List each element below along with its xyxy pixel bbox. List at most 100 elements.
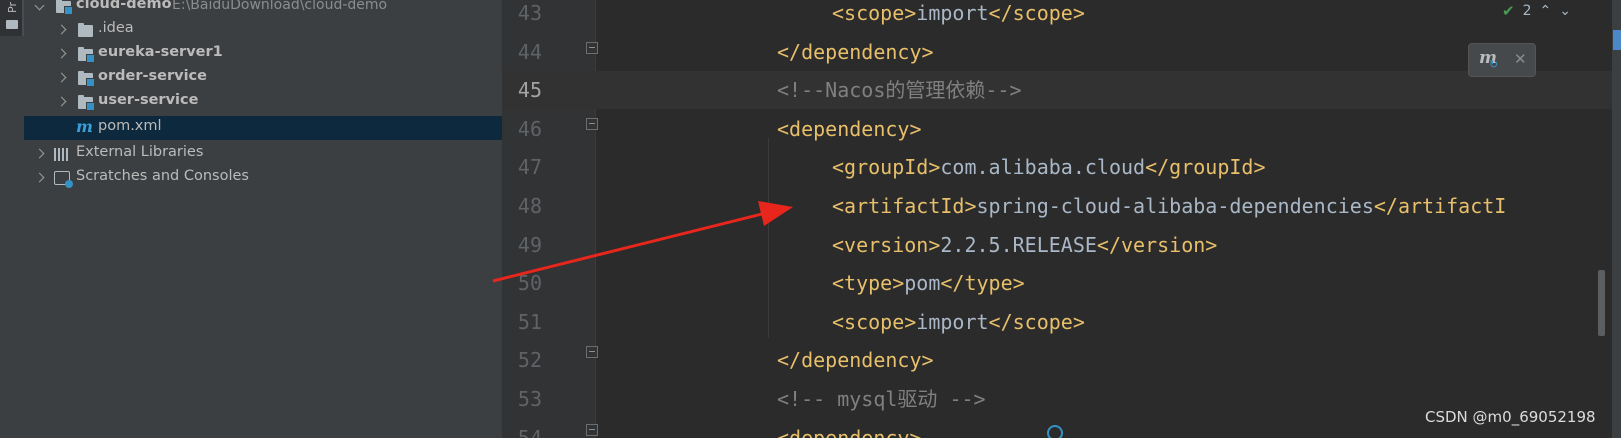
module-folder-icon	[78, 71, 95, 87]
code-text: <artifactId>spring-cloud-alibaba-depende…	[832, 187, 1506, 225]
code-line[interactable]: 49 <version>2.2.5.RELEASE</version>	[502, 226, 1621, 264]
tree-item-pom-xml[interactable]: m pom.xml	[24, 116, 502, 140]
line-number: 47	[517, 155, 542, 180]
tree-item-label: External Libraries	[76, 144, 204, 160]
code-line[interactable]: 43 <scope>import</scope>	[502, 0, 1621, 32]
xml-value: import	[916, 1, 989, 25]
chevron-right-icon[interactable]	[56, 25, 66, 35]
prev-highlight-icon[interactable]: ⌃	[1540, 3, 1552, 19]
line-number: 49	[517, 232, 542, 257]
vertical-scrollbar[interactable]	[1598, 270, 1605, 336]
check-icon: ✔	[1502, 2, 1515, 20]
close-icon[interactable]: ✕	[1514, 50, 1527, 68]
xml-comment: <!-- mysql驱动 -->	[777, 387, 986, 411]
root-label: cloud-demo	[76, 0, 172, 12]
chevron-right-icon[interactable]	[56, 49, 66, 59]
code-text: <dependency>	[777, 110, 922, 148]
xml-tag: <scope>	[832, 309, 917, 334]
project-tool-tab[interactable]: Pr	[0, 0, 24, 36]
code-text: </dependency>	[777, 33, 934, 71]
watermark: CSDN @m0_69052198	[1425, 408, 1596, 426]
xml-tag: </scope>	[988, 1, 1085, 25]
tree-item-idea[interactable]: .idea	[24, 18, 502, 42]
xml-tag: </dependency>	[777, 348, 934, 373]
reload-arrows-icon: ↻	[1489, 58, 1499, 71]
xml-tag: <scope>	[832, 1, 917, 25]
code-line[interactable]: 47 <groupId>com.alibaba.cloud</groupId>	[502, 148, 1621, 186]
code-line[interactable]: 50 <type>pom</type>	[502, 264, 1621, 302]
xml-value: pom	[904, 271, 941, 296]
tree-item-label: order-service	[98, 68, 207, 84]
line-number: 52	[517, 348, 542, 373]
code-text: <!-- mysql驱动 -->	[777, 380, 986, 418]
code-text: <dependency>	[777, 419, 922, 438]
folder-icon	[6, 20, 18, 29]
tree-item-external-libraries[interactable]: External Libraries	[24, 142, 502, 166]
tree-item-label: eureka-server1	[98, 44, 223, 60]
code-line[interactable]: 52 </dependency>	[502, 341, 1621, 379]
tree-item-label: .idea	[98, 20, 134, 36]
xml-tag: </artifactI	[1373, 194, 1507, 218]
chevron-right-icon[interactable]	[56, 97, 66, 107]
code-text: <type>pom</type>	[832, 264, 1025, 302]
right-tool-tab[interactable]	[1613, 30, 1621, 50]
scratches-icon	[54, 171, 73, 188]
xml-tag: </groupId>	[1145, 155, 1266, 180]
xml-value: 2.2.5.RELEASE	[940, 232, 1097, 257]
fold-marker-icon[interactable]	[586, 118, 598, 130]
line-number: 51	[517, 309, 542, 334]
folder-icon	[78, 23, 93, 37]
chevron-right-icon[interactable]	[34, 173, 44, 183]
xml-tag: <dependency>	[777, 425, 922, 438]
tree-item-order-service[interactable]: order-service	[24, 66, 502, 90]
line-number: 48	[517, 194, 542, 218]
code-editor[interactable]: 43 <scope>import</scope> 44 </dependency> 45…	[502, 0, 1621, 438]
fold-marker-icon[interactable]	[586, 346, 598, 358]
xml-tag: </dependency>	[777, 39, 934, 64]
inspection-widget[interactable]: ✔ 2 ⌃ ⌄	[1502, 2, 1571, 20]
xml-tag: </scope>	[988, 309, 1085, 334]
code-line[interactable]: 44 </dependency>	[502, 33, 1621, 71]
xml-tag: <type>	[832, 271, 905, 296]
code-text: </dependency>	[777, 341, 934, 379]
xml-tag: <version>	[832, 232, 941, 257]
xml-comment: <!--Nacos的管理依赖-->	[777, 78, 1022, 103]
code-line[interactable]: 46 <dependency>	[502, 110, 1621, 148]
project-tree: cloud-demo E:\BaiduDownload\cloud-demo .…	[24, 0, 502, 438]
xml-tag: </type>	[940, 271, 1025, 296]
tree-root-cloud-demo[interactable]: cloud-demo E:\BaiduDownload\cloud-demo	[24, 0, 502, 18]
code-line[interactable]: 48 <artifactId>spring-cloud-alibaba-depen…	[502, 187, 1621, 225]
chevron-down-icon[interactable]	[34, 3, 44, 13]
tree-item-scratches[interactable]: Scratches and Consoles	[24, 166, 502, 190]
xml-value: import	[916, 309, 989, 334]
tree-item-label: user-service	[98, 92, 199, 108]
inspection-count: 2	[1522, 3, 1532, 19]
xml-tag: <artifactId>	[832, 194, 977, 218]
line-number: 45	[517, 78, 542, 103]
library-icon	[54, 148, 70, 161]
tree-item-eureka-server1[interactable]: eureka-server1	[24, 42, 502, 66]
next-highlight-icon[interactable]: ⌄	[1559, 3, 1571, 19]
code-line[interactable]: 51 <scope>import</scope>	[502, 303, 1621, 341]
tree-item-user-service[interactable]: user-service	[24, 90, 502, 114]
code-text: <version>2.2.5.RELEASE</version>	[832, 226, 1217, 264]
line-number: 44	[517, 39, 542, 64]
root-path: E:\BaiduDownload\cloud-demo	[172, 0, 388, 13]
xml-tag: <dependency>	[777, 116, 922, 141]
module-folder-icon	[78, 47, 95, 63]
code-text: <groupId>com.alibaba.cloud</groupId>	[832, 148, 1266, 186]
xml-tag: <groupId>	[832, 155, 941, 180]
code-text: <!--Nacos的管理依赖-->	[777, 71, 1022, 109]
maven-file-icon: m	[76, 117, 93, 136]
chevron-right-icon[interactable]	[56, 73, 66, 83]
xml-value: com.alibaba.cloud	[940, 155, 1146, 180]
tree-item-label: pom.xml	[98, 118, 162, 134]
xml-value: spring-cloud-alibaba-dependencies	[976, 194, 1374, 218]
intention-bulb-icon[interactable]	[1047, 425, 1063, 438]
fold-marker-icon[interactable]	[586, 424, 598, 436]
project-tab-label: Pr	[6, 2, 19, 13]
code-line[interactable]: 45 <!--Nacos的管理依赖-->	[502, 71, 1621, 110]
fold-marker-icon[interactable]	[586, 42, 598, 54]
xml-tag: </version>	[1096, 232, 1218, 257]
chevron-right-icon[interactable]	[34, 149, 44, 159]
